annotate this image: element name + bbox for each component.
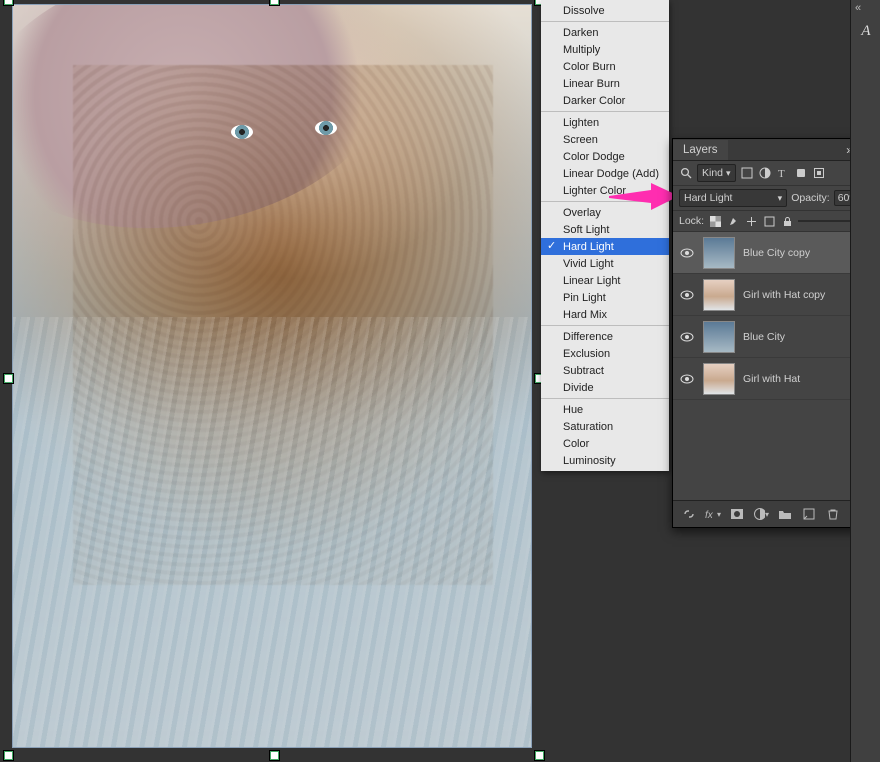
blend-option-darker-color[interactable]: Darker Color (541, 92, 669, 109)
visibility-toggle-icon[interactable] (679, 246, 695, 260)
blend-option-hard-mix[interactable]: Hard Mix (541, 306, 669, 323)
collapse-icon[interactable]: « (855, 2, 861, 14)
blend-option-linear-dodge-add-[interactable]: Linear Dodge (Add) (541, 165, 669, 182)
right-panel-bar: « A (850, 0, 880, 762)
lock-pixels-icon[interactable] (726, 214, 740, 228)
layer-row[interactable]: Blue City copy (673, 232, 878, 274)
blend-option-hard-light[interactable]: Hard Light (541, 238, 669, 255)
blend-option-color-burn[interactable]: Color Burn (541, 58, 669, 75)
filter-type-icon[interactable]: T (776, 166, 790, 180)
blend-option-color[interactable]: Color (541, 435, 669, 452)
type-panel-icon[interactable]: A (851, 20, 880, 42)
layer-thumbnail[interactable] (703, 237, 735, 269)
visibility-toggle-icon[interactable] (679, 288, 695, 302)
filter-kind-select[interactable]: Kind ▾ (697, 164, 736, 182)
layer-style-icon[interactable]: fx▾ (705, 506, 721, 522)
blend-option-linear-burn[interactable]: Linear Burn (541, 75, 669, 92)
blend-option-luminosity[interactable]: Luminosity (541, 452, 669, 469)
blend-option-lighter-color[interactable]: Lighter Color (541, 182, 669, 199)
blend-mode-value: Hard Light (684, 192, 732, 204)
filter-kind-label: Kind (702, 167, 723, 179)
layer-row[interactable]: Girl with Hat copy (673, 274, 878, 316)
blend-option-multiply[interactable]: Multiply (541, 41, 669, 58)
link-layers-icon[interactable] (681, 506, 697, 522)
layer-filter-row: Kind ▾ T (673, 161, 878, 186)
transform-handle-ml[interactable] (4, 374, 13, 383)
layer-name[interactable]: Blue City (743, 331, 850, 343)
lock-position-icon[interactable] (744, 214, 758, 228)
lock-fill-row: Lock: (673, 211, 878, 232)
blend-option-soft-light[interactable]: Soft Light (541, 221, 669, 238)
filter-pixel-icon[interactable] (740, 166, 754, 180)
layer-thumbnail[interactable] (703, 363, 735, 395)
transform-handle-bm[interactable] (270, 751, 279, 760)
delete-layer-icon[interactable] (825, 506, 841, 522)
layers-footer: fx▾ ▾ (673, 500, 878, 527)
blend-option-color-dodge[interactable]: Color Dodge (541, 148, 669, 165)
adjustment-layer-icon[interactable]: ▾ (753, 506, 769, 522)
visibility-toggle-icon[interactable] (679, 372, 695, 386)
filter-smart-icon[interactable] (812, 166, 826, 180)
layer-row[interactable]: Blue City (673, 316, 878, 358)
blend-mode-menu[interactable]: Dissolve DarkenMultiplyColor BurnLinear B… (541, 0, 669, 471)
layers-panel[interactable]: Layers » ≡ Kind ▾ T Hard Light ▾ Opacity… (672, 138, 879, 528)
layer-name[interactable]: Girl with Hat (743, 373, 850, 385)
group-icon[interactable] (777, 506, 793, 522)
svg-text:fx: fx (705, 510, 714, 521)
blend-option-screen[interactable]: Screen (541, 131, 669, 148)
blend-option-pin-light[interactable]: Pin Light (541, 289, 669, 306)
transform-handle-bl[interactable] (4, 751, 13, 760)
transform-handle-tl[interactable] (4, 0, 13, 5)
panel-tabbar: Layers » ≡ (673, 139, 878, 161)
blend-mode-select[interactable]: Hard Light ▾ (679, 189, 787, 207)
blend-option-exclusion[interactable]: Exclusion (541, 345, 669, 362)
blend-option-difference[interactable]: Difference (541, 328, 669, 345)
visibility-toggle-icon[interactable] (679, 330, 695, 344)
lock-all-icon[interactable] (780, 214, 794, 228)
layer-mask-icon[interactable] (729, 506, 745, 522)
blend-option-lighten[interactable]: Lighten (541, 114, 669, 131)
canvas-area[interactable] (8, 0, 540, 756)
blend-option-divide[interactable]: Divide (541, 379, 669, 396)
new-layer-icon[interactable] (801, 506, 817, 522)
opacity-label: Opacity: (791, 192, 830, 204)
layer-row[interactable]: Girl with Hat (673, 358, 878, 400)
svg-text:T: T (778, 168, 785, 179)
blend-option-subtract[interactable]: Subtract (541, 362, 669, 379)
blend-option-overlay[interactable]: Overlay (541, 204, 669, 221)
composite-image (13, 5, 531, 747)
layers-list: Blue City copyGirl with Hat copy Blue Cit… (673, 232, 878, 400)
filter-shape-icon[interactable] (794, 166, 808, 180)
filter-adjustment-icon[interactable] (758, 166, 772, 180)
blend-option-darken[interactable]: Darken (541, 24, 669, 41)
lock-transparency-icon[interactable] (708, 214, 722, 228)
transform-handle-br[interactable] (535, 751, 544, 760)
blend-option-dissolve[interactable]: Dissolve (541, 2, 669, 19)
layers-empty-space (673, 400, 878, 500)
blend-opacity-row: Hard Light ▾ Opacity: 60% ▾ (673, 186, 878, 211)
search-icon (679, 166, 693, 180)
layer-thumbnail[interactable] (703, 321, 735, 353)
blend-option-saturation[interactable]: Saturation (541, 418, 669, 435)
layer-thumbnail[interactable] (703, 279, 735, 311)
lock-label: Lock: (679, 215, 704, 227)
blend-option-linear-light[interactable]: Linear Light (541, 272, 669, 289)
lock-artboard-icon[interactable] (762, 214, 776, 228)
blend-option-vivid-light[interactable]: Vivid Light (541, 255, 669, 272)
transform-handle-tm[interactable] (270, 0, 279, 5)
layers-tab[interactable]: Layers (673, 140, 728, 160)
document-canvas[interactable] (12, 4, 532, 748)
blend-option-hue[interactable]: Hue (541, 401, 669, 418)
